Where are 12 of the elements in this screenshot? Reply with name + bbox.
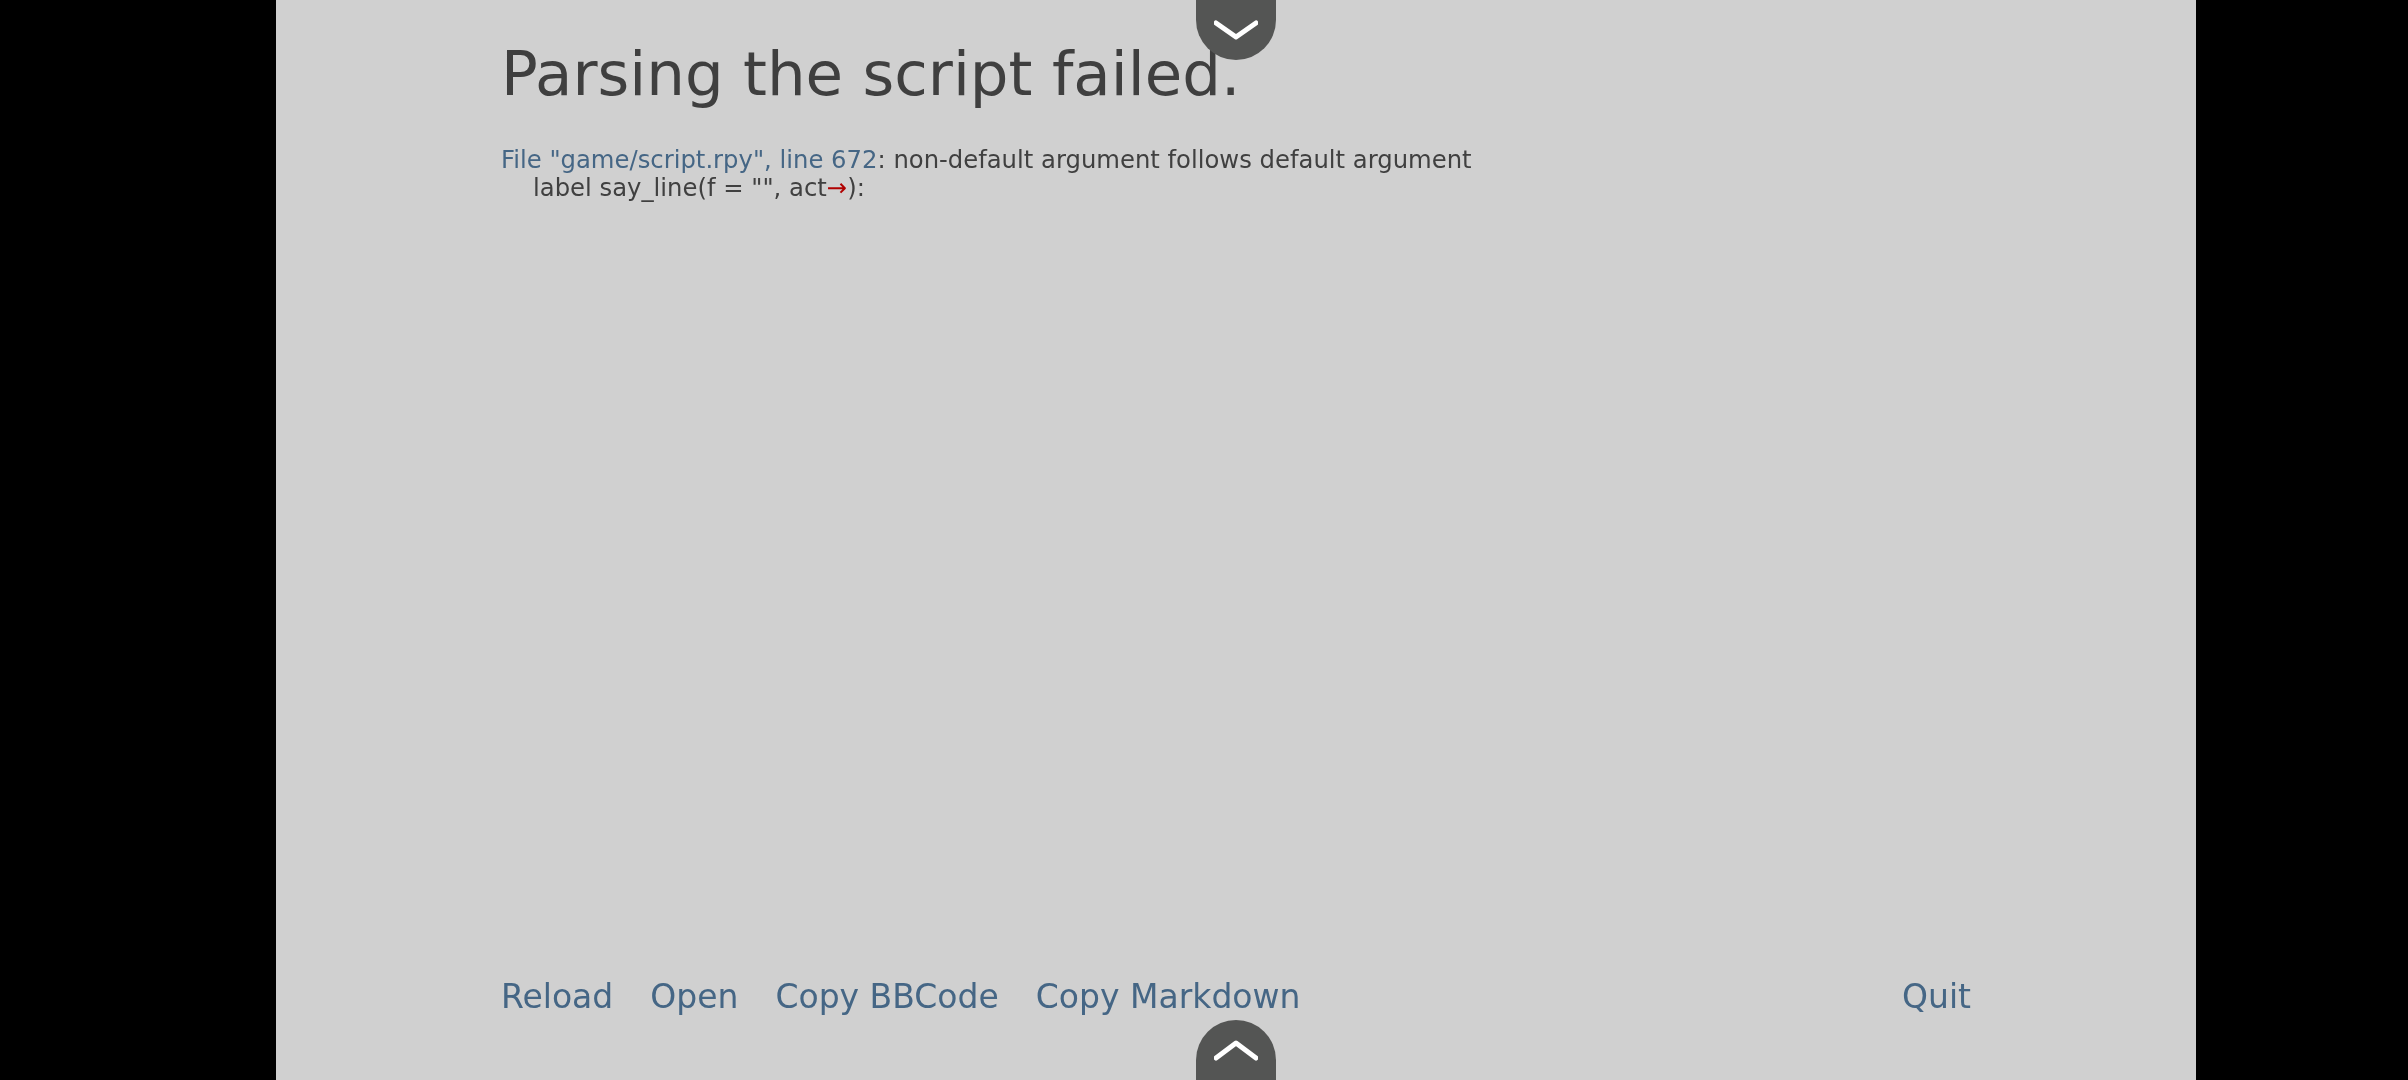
file-link[interactable]: File "game/script.rpy", line 672 — [501, 145, 878, 174]
action-link[interactable]: Copy Markdown — [1035, 977, 1301, 1016]
error-title: Parsing the script failed. — [501, 38, 1242, 110]
scroll-up-button[interactable] — [1196, 1020, 1276, 1080]
error-message: File "game/script.rpy", line 672: non-default argument follows default argument — [501, 146, 1473, 174]
chevron-down-icon — [1214, 19, 1258, 41]
quit-link[interactable]: Quit — [1902, 977, 1971, 1016]
action-link[interactable]: Copy BBCode — [775, 977, 999, 1016]
action-link[interactable]: Reload — [501, 977, 614, 1016]
action-link[interactable]: Open — [650, 977, 739, 1016]
chevron-up-icon — [1214, 1039, 1258, 1061]
code-line: label say_line(f = "", act→): — [532, 174, 866, 202]
